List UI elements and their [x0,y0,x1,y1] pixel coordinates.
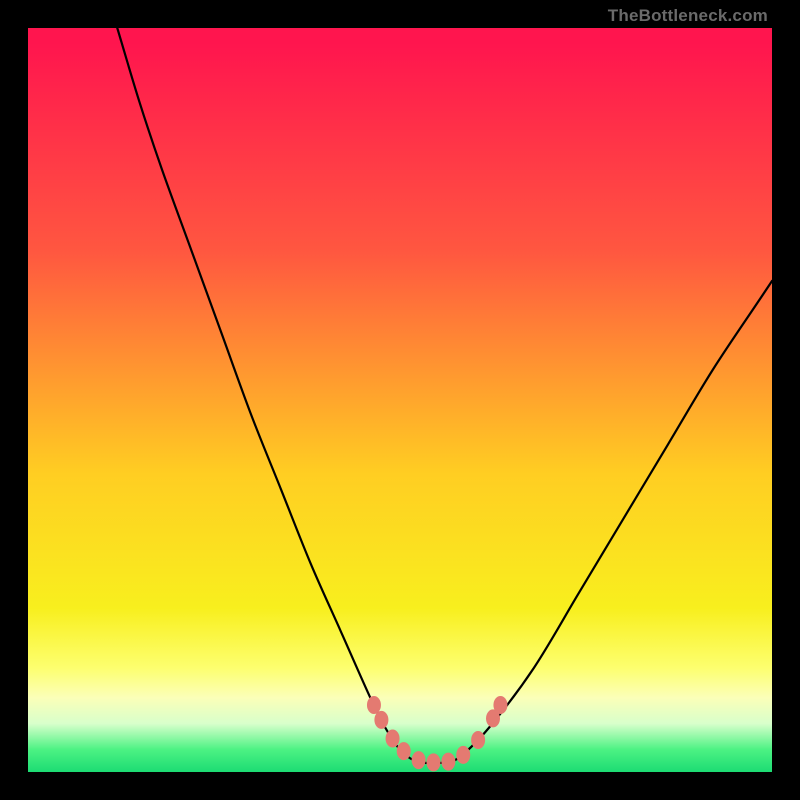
chart-frame: TheBottleneck.com [0,0,800,800]
marker-dot [441,753,455,771]
marker-dot [456,746,470,764]
watermark-text: TheBottleneck.com [608,6,768,26]
marker-dot [493,696,507,714]
bottleneck-curve-path [117,28,772,763]
marker-dot [367,696,381,714]
marker-dot [374,711,388,729]
curve-svg [28,28,772,772]
marker-dot [397,742,411,760]
marker-dot [386,730,400,748]
marker-group [367,696,507,771]
marker-dot [471,731,485,749]
marker-dot [412,751,426,769]
marker-dot [426,753,440,771]
